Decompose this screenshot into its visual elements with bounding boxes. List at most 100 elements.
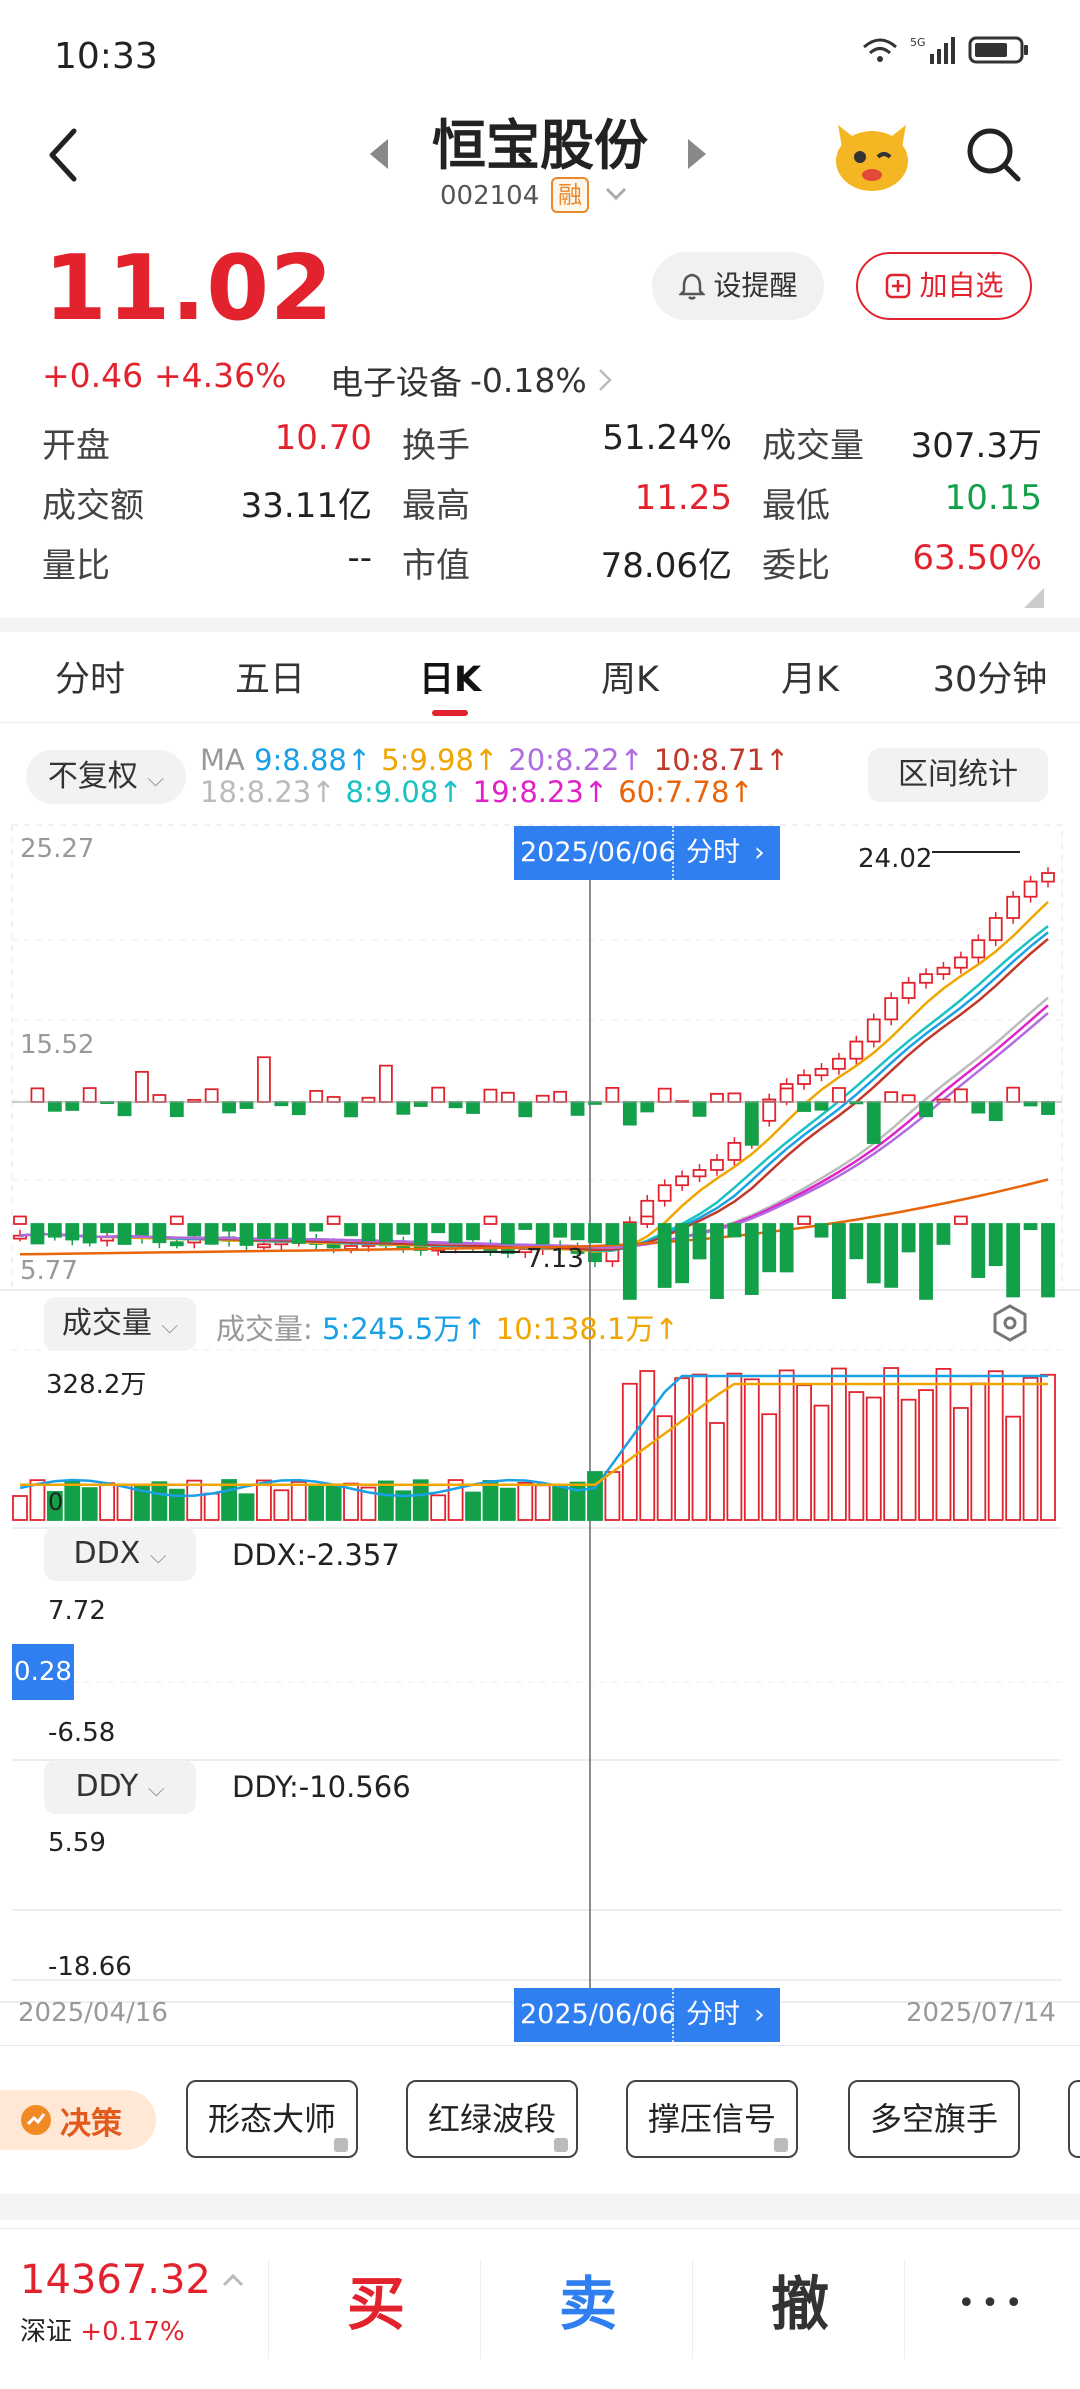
index-ticker[interactable]: 14367.32 深证 +0.17% (20, 2257, 245, 2348)
ddy-bar (746, 1224, 758, 1294)
chevron-down-icon[interactable] (604, 185, 628, 203)
ddx-bar (537, 1096, 549, 1102)
volume-bar (762, 1414, 776, 1520)
ddy-selector-label: DDY (75, 1769, 138, 1804)
divider (0, 722, 1080, 723)
ddy-bar (659, 1224, 671, 1287)
sell-button[interactable]: 卖 (482, 2229, 694, 2389)
range-stats-button[interactable]: 区间统计 (868, 748, 1048, 802)
divider (0, 2045, 1080, 2046)
ddx-bar (694, 1102, 706, 1116)
corner-triangle-icon (1024, 588, 1044, 608)
tab-2[interactable]: 日K (360, 640, 540, 720)
tab-3[interactable]: 周K (540, 640, 720, 720)
settings-hex-icon[interactable] (990, 1303, 1030, 1343)
cancel-button[interactable]: 撤 (694, 2229, 906, 2389)
strategy-button-1[interactable]: 红绿波段 (406, 2080, 578, 2158)
ddx-bar (519, 1102, 531, 1116)
add-watch-label: 加自选 (919, 269, 1003, 302)
tab-5[interactable]: 30分钟 (900, 640, 1080, 720)
volume-bar (309, 1487, 323, 1520)
kline-high-label: 24.02 (858, 844, 932, 874)
decision-badge[interactable]: 决策 (0, 2090, 156, 2150)
candle (694, 1170, 706, 1176)
ddy-bar (101, 1224, 113, 1232)
ddy-bar (31, 1224, 43, 1243)
search-icon[interactable] (964, 125, 1024, 185)
stat-label: 换手 (402, 418, 470, 467)
ddx-bar (746, 1102, 758, 1145)
stat-cell: 委比63.50% (762, 538, 1042, 587)
ddy-bar (153, 1224, 165, 1241)
ddy-bar (937, 1224, 949, 1244)
volume-legend: 成交量: 5:245.5万↑ 10:138.1万↑ (216, 1306, 679, 1348)
start-date: 2025/04/16 (18, 1998, 168, 2028)
more-button[interactable]: ••• (906, 2229, 1080, 2389)
ddy-bar (450, 1224, 462, 1242)
tab-0[interactable]: 分时 (0, 640, 180, 720)
ddy-bar (641, 1217, 653, 1225)
kline-y-min: 5.77 (20, 1256, 78, 1286)
cursor-date-badge[interactable]: 2025/06/06 分时 › (514, 826, 780, 880)
stat-row: 成交额33.11亿最高11.25最低10.15 (42, 472, 1042, 532)
tab-1[interactable]: 五日 (180, 640, 360, 720)
tab-label: 日K (419, 660, 481, 700)
ddy-bar (119, 1224, 131, 1244)
ddx-bar (380, 1066, 392, 1102)
divider (692, 2259, 693, 2359)
ddy-bar (293, 1224, 305, 1243)
ddx-bar (345, 1102, 357, 1116)
ddx-bar (711, 1094, 723, 1102)
status-icons: 5G (860, 34, 1030, 66)
ddy-bar (136, 1224, 148, 1234)
volume-bar (780, 1370, 794, 1520)
stat-cell: 开盘10.70 (42, 418, 402, 467)
ddx-bar (1025, 1102, 1037, 1105)
volume-bar (483, 1481, 497, 1520)
cursor-date-badge-bottom[interactable]: 2025/06/06 分时 › (514, 1988, 780, 2042)
sector-link[interactable]: 电子设备 -0.18% (330, 356, 615, 404)
kline-chart[interactable] (0, 820, 1080, 2050)
stat-cell: 市值78.06亿 (402, 538, 762, 587)
volume-bar (205, 1494, 219, 1520)
cursor-date: 2025/06/06 (514, 1988, 672, 2042)
ddy-bar (310, 1224, 322, 1231)
ddy-y-max: 5.59 (48, 1828, 106, 1858)
ddy-selector[interactable]: DDY ⌵ (44, 1760, 196, 1814)
stat-label: 开盘 (42, 418, 110, 467)
strategy-button-3[interactable]: 多空旗手 (848, 2080, 1020, 2158)
kline-y-max: 25.27 (20, 834, 94, 864)
next-stock-icon[interactable] (684, 137, 710, 171)
divider (0, 618, 1080, 632)
candle (798, 1075, 810, 1084)
volume-bar (83, 1488, 97, 1520)
volume-bar (414, 1480, 428, 1520)
active-tab-indicator (432, 710, 468, 716)
ma-value: 19:8.23↑ (473, 775, 609, 809)
margin-badge: 融 (551, 177, 589, 213)
ddx-bar (484, 1090, 496, 1102)
volume-bar (187, 1481, 201, 1520)
ddx-selector[interactable]: DDX ⌵ (44, 1527, 196, 1581)
add-watchlist-button[interactable]: 加自选 (856, 252, 1032, 320)
strategy-button-partial[interactable] (1068, 2080, 1080, 2158)
strategy-button-0[interactable]: 形态大师 (186, 2080, 358, 2158)
mascot-icon[interactable] (832, 117, 912, 197)
ddy-bar (14, 1217, 26, 1225)
strategy-button-2[interactable]: 撑压信号 (626, 2080, 798, 2158)
volume-bar (797, 1385, 811, 1520)
adjust-selector[interactable]: 不复权 ⌵ (26, 750, 186, 804)
volume-selector[interactable]: 成交量 ⌵ (44, 1297, 196, 1351)
remind-button[interactable]: 设提醒 (652, 252, 824, 320)
stat-cell: 量比-- (42, 538, 402, 587)
tab-4[interactable]: 月K (720, 640, 900, 720)
stat-label: 成交额 (42, 478, 144, 527)
buy-button[interactable]: 买 (270, 2229, 482, 2389)
ddx-bar (1042, 1102, 1054, 1114)
ddy-bar (624, 1224, 636, 1299)
chevron-down-icon: ⌵ (148, 1777, 165, 1802)
ddy-bar (606, 1224, 618, 1244)
volume-bar (501, 1489, 515, 1520)
ddx-bar (66, 1102, 78, 1110)
ddy-bar (66, 1224, 78, 1239)
